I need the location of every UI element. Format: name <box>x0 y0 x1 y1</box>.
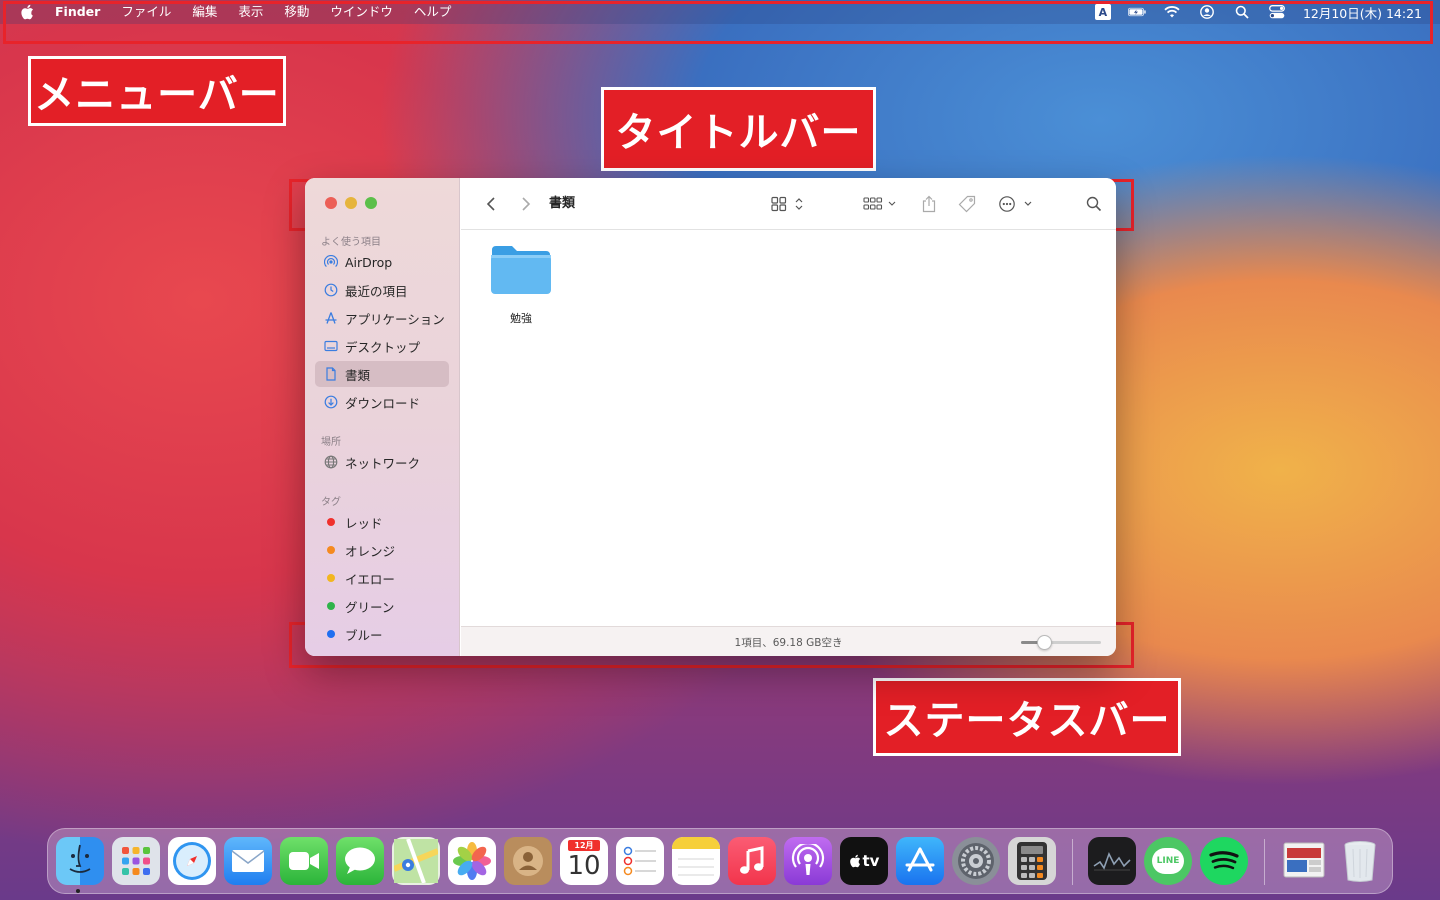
sidebar-item-downloads[interactable]: ダウンロード <box>315 389 449 415</box>
sidebar-item-label: オレンジ <box>345 543 396 559</box>
menubar-annotation-label: メニューバー <box>28 56 286 126</box>
sidebar-item-recents[interactable]: 最近の項目 <box>315 277 449 303</box>
airdrop-icon <box>324 255 338 269</box>
sidebar-tag-orange[interactable]: オレンジ <box>315 537 449 563</box>
sidebar-tag-red[interactable]: レッド <box>315 509 449 535</box>
document-icon <box>324 367 338 381</box>
finder-window: よく使う項目 AirDrop 最近の項目 アプリケーション デスクトップ 書類 … <box>305 178 1116 656</box>
back-button[interactable] <box>483 194 499 214</box>
podcasts-icon[interactable] <box>784 837 832 885</box>
zoom-button[interactable] <box>365 197 377 209</box>
system-preferences-icon[interactable] <box>952 837 1000 885</box>
desktop-icon <box>324 339 338 353</box>
sidebar-item-desktop[interactable]: デスクトップ <box>315 333 449 359</box>
finder-running-indicator <box>76 889 80 893</box>
tag-blue-dot <box>327 630 335 638</box>
line-icon[interactable]: LINE <box>1144 837 1192 885</box>
sidebar-item-label: イエロー <box>345 571 395 587</box>
calculator-icon[interactable] <box>1008 837 1056 885</box>
minimize-button[interactable] <box>345 197 357 209</box>
sidebar-item-documents[interactable]: 書類 <box>315 361 449 387</box>
finder-toolbar: 書類 <box>461 178 1116 230</box>
calendar-month: 12月 <box>568 840 600 851</box>
more-actions-button[interactable] <box>998 194 1034 214</box>
maps-icon[interactable] <box>392 837 440 885</box>
music-icon[interactable] <box>728 837 776 885</box>
finder-status-bar: 1項目、69.18 GB空き <box>461 626 1116 656</box>
sidebar-tag-green[interactable]: グリーン <box>315 593 449 619</box>
folder-icon <box>490 242 552 300</box>
status-text: 1項目、69.18 GB空き <box>734 637 843 649</box>
statusbar-annotation-label: ステータスバー <box>873 678 1181 756</box>
sidebar-item-airdrop[interactable]: AirDrop <box>315 249 449 275</box>
sidebar-item-applications[interactable]: アプリケーション <box>315 305 449 331</box>
titlebar-annotation-label: タイトルバー <box>601 87 876 171</box>
preview-icon[interactable] <box>1280 837 1328 885</box>
window-controls <box>325 197 377 209</box>
search-icon[interactable] <box>1084 194 1104 214</box>
menubar-highlight-box <box>3 1 1433 44</box>
mail-icon[interactable] <box>224 837 272 885</box>
close-button[interactable] <box>325 197 337 209</box>
sidebar-tag-blue[interactable]: ブルー <box>315 621 449 647</box>
tv-label: tv <box>862 852 880 870</box>
sidebar-section-locations: 場所 <box>321 437 341 448</box>
facetime-icon[interactable] <box>280 837 328 885</box>
group-by-button[interactable] <box>863 194 899 214</box>
download-icon <box>324 395 338 409</box>
sidebar-item-label: グリーン <box>345 599 395 615</box>
icon-size-slider[interactable] <box>1021 635 1101 650</box>
sidebar-item-label: アプリケーション <box>345 311 445 327</box>
tag-orange-dot <box>327 546 335 554</box>
sidebar-item-label: ネットワーク <box>345 455 421 471</box>
safari-icon[interactable] <box>168 837 216 885</box>
calendar-day: 10 <box>567 851 601 881</box>
sidebar-item-label: 書類 <box>345 367 371 383</box>
trash-icon[interactable] <box>1336 837 1384 885</box>
calendar-icon[interactable]: 12月 10 <box>560 837 608 885</box>
tag-button[interactable] <box>956 194 978 214</box>
sidebar-item-label: レッド <box>345 515 383 531</box>
messages-icon[interactable] <box>336 837 384 885</box>
app-store-icon[interactable] <box>896 837 944 885</box>
tag-yellow-dot <box>327 574 335 582</box>
dock-separator <box>1072 839 1073 885</box>
tag-red-dot <box>327 518 335 526</box>
spotify-icon[interactable] <box>1200 837 1248 885</box>
share-button[interactable] <box>918 194 940 214</box>
sidebar-item-network[interactable]: ネットワーク <box>315 449 449 475</box>
finder-dock-icon[interactable] <box>56 837 104 885</box>
network-icon <box>324 455 338 469</box>
sidebar-item-label: AirDrop <box>345 254 393 270</box>
stocks-icon[interactable] <box>1088 837 1136 885</box>
applications-icon <box>324 311 338 325</box>
photos-icon[interactable] <box>448 837 496 885</box>
notes-icon[interactable] <box>672 837 720 885</box>
sidebar-item-label: ブルー <box>345 627 383 643</box>
contacts-icon[interactable] <box>504 837 552 885</box>
sidebar-item-label: デスクトップ <box>345 339 421 355</box>
reminders-icon[interactable] <box>616 837 664 885</box>
sidebar-section-favorites: よく使う項目 <box>321 237 381 248</box>
tv-icon[interactable]: tv <box>840 837 888 885</box>
folder-label: 勉強 <box>510 312 532 325</box>
finder-sidebar: よく使う項目 AirDrop 最近の項目 アプリケーション デスクトップ 書類 … <box>305 178 460 656</box>
finder-content: 勉強 <box>461 230 1116 626</box>
window-title: 書類 <box>549 196 576 211</box>
sidebar-section-tags: タグ <box>321 497 341 508</box>
dock: 12月 10 tv LINE <box>47 828 1393 894</box>
dock-separator <box>1264 839 1265 885</box>
clock-icon <box>324 283 338 297</box>
sidebar-item-label: ダウンロード <box>345 395 421 411</box>
sidebar-tag-yellow[interactable]: イエロー <box>315 565 449 591</box>
sidebar-item-label: 最近の項目 <box>345 283 408 299</box>
tag-green-dot <box>327 602 335 610</box>
forward-button[interactable] <box>518 194 534 214</box>
view-mode-button[interactable] <box>771 194 809 214</box>
folder-item[interactable]: 勉強 <box>489 242 553 326</box>
line-label: LINE <box>1156 856 1180 866</box>
launchpad-icon[interactable] <box>112 837 160 885</box>
